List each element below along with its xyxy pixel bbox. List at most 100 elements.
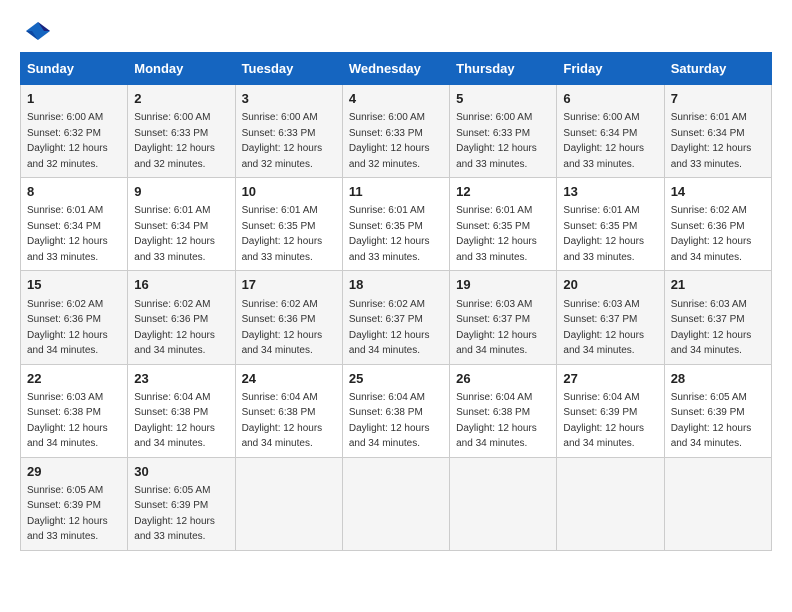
- calendar-week-row: 29 Sunrise: 6:05 AMSunset: 6:39 PMDayligh…: [21, 457, 772, 550]
- day-number: 21: [671, 276, 765, 294]
- day-number: 9: [134, 183, 228, 201]
- calendar-header-tuesday: Tuesday: [235, 53, 342, 85]
- day-info: Sunrise: 6:01 AMSunset: 6:34 PMDaylight:…: [671, 112, 752, 170]
- day-info: Sunrise: 6:03 AMSunset: 6:37 PMDaylight:…: [671, 299, 752, 357]
- calendar-cell: 4 Sunrise: 6:00 AMSunset: 6:33 PMDaylight…: [342, 85, 449, 178]
- day-number: 13: [563, 183, 657, 201]
- calendar-cell: 12 Sunrise: 6:01 AMSunset: 6:35 PMDayligh…: [450, 178, 557, 271]
- day-number: 19: [456, 276, 550, 294]
- day-info: Sunrise: 6:04 AMSunset: 6:38 PMDaylight:…: [349, 392, 430, 450]
- day-number: 12: [456, 183, 550, 201]
- calendar-cell: 29 Sunrise: 6:05 AMSunset: 6:39 PMDayligh…: [21, 457, 128, 550]
- day-number: 5: [456, 90, 550, 108]
- day-number: 17: [242, 276, 336, 294]
- calendar-header-monday: Monday: [128, 53, 235, 85]
- day-info: Sunrise: 6:00 AMSunset: 6:33 PMDaylight:…: [242, 112, 323, 170]
- day-number: 29: [27, 463, 121, 481]
- calendar-cell: 3 Sunrise: 6:00 AMSunset: 6:33 PMDaylight…: [235, 85, 342, 178]
- calendar-cell: [342, 457, 449, 550]
- day-number: 16: [134, 276, 228, 294]
- day-info: Sunrise: 6:04 AMSunset: 6:39 PMDaylight:…: [563, 392, 644, 450]
- calendar-cell: 17 Sunrise: 6:02 AMSunset: 6:36 PMDayligh…: [235, 271, 342, 364]
- calendar-cell: 13Sunrise: 6:01 AMSunset: 6:35 PMDayligh…: [557, 178, 664, 271]
- day-info: Sunrise: 6:00 AMSunset: 6:32 PMDaylight:…: [27, 112, 108, 170]
- day-info: Sunrise: 6:05 AMSunset: 6:39 PMDaylight:…: [671, 392, 752, 450]
- calendar-header-sunday: Sunday: [21, 53, 128, 85]
- day-number: 24: [242, 370, 336, 388]
- calendar-cell: 23Sunrise: 6:04 AMSunset: 6:38 PMDayligh…: [128, 364, 235, 457]
- logo: [20, 20, 52, 42]
- day-number: 3: [242, 90, 336, 108]
- calendar-header-thursday: Thursday: [450, 53, 557, 85]
- day-info: Sunrise: 6:02 AMSunset: 6:36 PMDaylight:…: [134, 299, 215, 357]
- day-info: Sunrise: 6:01 AMSunset: 6:35 PMDaylight:…: [456, 205, 537, 263]
- calendar-cell: 1 Sunrise: 6:00 AMSunset: 6:32 PMDaylight…: [21, 85, 128, 178]
- calendar-cell: 28 Sunrise: 6:05 AMSunset: 6:39 PMDayligh…: [664, 364, 771, 457]
- calendar-header-row: SundayMondayTuesdayWednesdayThursdayFrid…: [21, 53, 772, 85]
- day-info: Sunrise: 6:01 AMSunset: 6:35 PMDaylight:…: [242, 205, 323, 263]
- day-info: Sunrise: 6:04 AMSunset: 6:38 PMDaylight:…: [242, 392, 323, 450]
- day-number: 27: [563, 370, 657, 388]
- day-number: 1: [27, 90, 121, 108]
- day-number: 10: [242, 183, 336, 201]
- day-number: 25: [349, 370, 443, 388]
- calendar-cell: 21 Sunrise: 6:03 AMSunset: 6:37 PMDayligh…: [664, 271, 771, 364]
- day-info: Sunrise: 6:05 AMSunset: 6:39 PMDaylight:…: [134, 485, 215, 543]
- day-number: 7: [671, 90, 765, 108]
- day-info: Sunrise: 6:00 AMSunset: 6:33 PMDaylight:…: [456, 112, 537, 170]
- day-number: 14: [671, 183, 765, 201]
- calendar-week-row: 1 Sunrise: 6:00 AMSunset: 6:32 PMDaylight…: [21, 85, 772, 178]
- calendar-header-friday: Friday: [557, 53, 664, 85]
- day-info: Sunrise: 6:03 AMSunset: 6:37 PMDaylight:…: [563, 299, 644, 357]
- calendar-cell: 9 Sunrise: 6:01 AMSunset: 6:34 PMDaylight…: [128, 178, 235, 271]
- calendar-cell: [235, 457, 342, 550]
- calendar-table: SundayMondayTuesdayWednesdayThursdayFrid…: [20, 52, 772, 551]
- calendar-cell: 8 Sunrise: 6:01 AMSunset: 6:34 PMDaylight…: [21, 178, 128, 271]
- calendar-cell: 15Sunrise: 6:02 AMSunset: 6:36 PMDayligh…: [21, 271, 128, 364]
- calendar-week-row: 8 Sunrise: 6:01 AMSunset: 6:34 PMDaylight…: [21, 178, 772, 271]
- day-info: Sunrise: 6:02 AMSunset: 6:36 PMDaylight:…: [27, 299, 108, 357]
- calendar-header-saturday: Saturday: [664, 53, 771, 85]
- calendar-cell: [664, 457, 771, 550]
- calendar-week-row: 22Sunrise: 6:03 AMSunset: 6:38 PMDayligh…: [21, 364, 772, 457]
- calendar-cell: [557, 457, 664, 550]
- day-number: 20: [563, 276, 657, 294]
- calendar-week-row: 15Sunrise: 6:02 AMSunset: 6:36 PMDayligh…: [21, 271, 772, 364]
- calendar-cell: 18Sunrise: 6:02 AMSunset: 6:37 PMDayligh…: [342, 271, 449, 364]
- day-info: Sunrise: 6:02 AMSunset: 6:36 PMDaylight:…: [242, 299, 323, 357]
- day-number: 4: [349, 90, 443, 108]
- day-info: Sunrise: 6:01 AMSunset: 6:34 PMDaylight:…: [134, 205, 215, 263]
- day-info: Sunrise: 6:01 AMSunset: 6:35 PMDaylight:…: [349, 205, 430, 263]
- calendar-cell: [450, 457, 557, 550]
- day-info: Sunrise: 6:01 AMSunset: 6:34 PMDaylight:…: [27, 205, 108, 263]
- calendar-header-wednesday: Wednesday: [342, 53, 449, 85]
- day-number: 30: [134, 463, 228, 481]
- day-number: 8: [27, 183, 121, 201]
- day-number: 6: [563, 90, 657, 108]
- day-info: Sunrise: 6:00 AMSunset: 6:34 PMDaylight:…: [563, 112, 644, 170]
- day-info: Sunrise: 6:04 AMSunset: 6:38 PMDaylight:…: [456, 392, 537, 450]
- calendar-cell: 11Sunrise: 6:01 AMSunset: 6:35 PMDayligh…: [342, 178, 449, 271]
- day-info: Sunrise: 6:02 AMSunset: 6:36 PMDaylight:…: [671, 205, 752, 263]
- calendar-cell: 20 Sunrise: 6:03 AMSunset: 6:37 PMDayligh…: [557, 271, 664, 364]
- day-number: 26: [456, 370, 550, 388]
- day-info: Sunrise: 6:00 AMSunset: 6:33 PMDaylight:…: [134, 112, 215, 170]
- day-info: Sunrise: 6:03 AMSunset: 6:37 PMDaylight:…: [456, 299, 537, 357]
- calendar-cell: 25 Sunrise: 6:04 AMSunset: 6:38 PMDayligh…: [342, 364, 449, 457]
- day-info: Sunrise: 6:00 AMSunset: 6:33 PMDaylight:…: [349, 112, 430, 170]
- calendar-cell: 6 Sunrise: 6:00 AMSunset: 6:34 PMDaylight…: [557, 85, 664, 178]
- calendar-cell: 26 Sunrise: 6:04 AMSunset: 6:38 PMDayligh…: [450, 364, 557, 457]
- day-info: Sunrise: 6:05 AMSunset: 6:39 PMDaylight:…: [27, 485, 108, 543]
- logo-icon: [24, 20, 52, 42]
- calendar-cell: 19 Sunrise: 6:03 AMSunset: 6:37 PMDayligh…: [450, 271, 557, 364]
- day-info: Sunrise: 6:03 AMSunset: 6:38 PMDaylight:…: [27, 392, 108, 450]
- calendar-cell: 30 Sunrise: 6:05 AMSunset: 6:39 PMDayligh…: [128, 457, 235, 550]
- calendar-cell: 24 Sunrise: 6:04 AMSunset: 6:38 PMDayligh…: [235, 364, 342, 457]
- header: [20, 20, 772, 42]
- calendar-cell: 14 Sunrise: 6:02 AMSunset: 6:36 PMDayligh…: [664, 178, 771, 271]
- calendar-cell: 10 Sunrise: 6:01 AMSunset: 6:35 PMDayligh…: [235, 178, 342, 271]
- calendar-cell: 22Sunrise: 6:03 AMSunset: 6:38 PMDayligh…: [21, 364, 128, 457]
- calendar-cell: 27 Sunrise: 6:04 AMSunset: 6:39 PMDayligh…: [557, 364, 664, 457]
- calendar-cell: 16 Sunrise: 6:02 AMSunset: 6:36 PMDayligh…: [128, 271, 235, 364]
- day-number: 28: [671, 370, 765, 388]
